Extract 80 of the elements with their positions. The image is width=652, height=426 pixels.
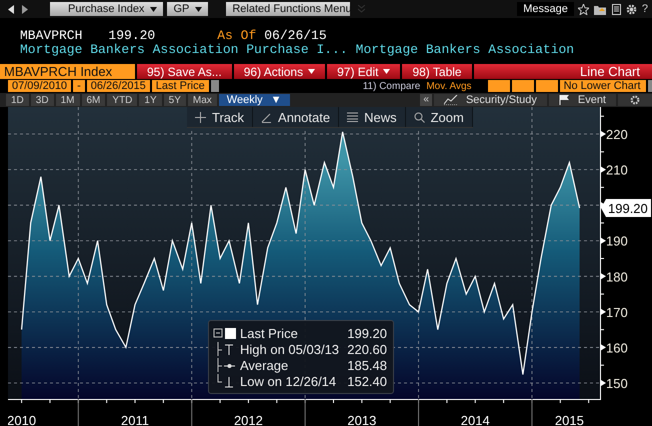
legend-value: 152.40 <box>347 374 387 388</box>
settings-icon[interactable] <box>626 4 637 14</box>
axis-label: 160 <box>606 340 628 356</box>
legend-label: Average <box>240 358 288 372</box>
end-date-field[interactable]: 06/26/2015 <box>86 80 150 92</box>
start-date-field[interactable]: 07/09/2010 <box>8 80 72 92</box>
study-button[interactable]: Security/Study <box>434 94 547 106</box>
security-field[interactable]: MBAVPRCH Index <box>0 64 135 79</box>
period-button[interactable]: 3D <box>30 94 54 106</box>
input-field[interactable] <box>536 80 558 92</box>
chart-type-label: Line Chart <box>474 64 652 79</box>
frequency-dropdown[interactable]: Weekly ▼ <box>218 94 290 106</box>
period-button[interactable]: Max <box>188 94 217 106</box>
period-button[interactable]: 1D <box>6 94 29 106</box>
compare-link[interactable]: 11) Compare <box>362 80 420 92</box>
back-arrow-icon[interactable] <box>8 4 14 14</box>
folder-icon[interactable] <box>594 4 607 14</box>
axis-label: 2015 <box>554 413 584 426</box>
action-button[interactable]: 97) Edit <box>327 64 400 79</box>
input-field[interactable] <box>512 80 534 92</box>
axis-label: 210 <box>606 162 628 178</box>
legend-value: 199.20 <box>347 326 387 340</box>
as-of-date: 06/26/15 <box>264 29 327 43</box>
track-button[interactable]: Track <box>187 107 254 127</box>
ticker-symbol: MBAVPRCH <box>20 29 82 43</box>
mov-avgs-link[interactable]: Mov. Avgs <box>426 80 472 92</box>
axis-label: 2010 <box>8 413 36 426</box>
input-field[interactable] <box>488 80 510 92</box>
double-chevron-icon <box>358 5 365 13</box>
legend-label: Low on 12/26/14 <box>240 374 336 388</box>
menu-button[interactable]: Purchase Index <box>50 2 164 16</box>
news-icon <box>347 112 358 122</box>
axis-label: 2013 <box>347 413 376 426</box>
axis-label: 190 <box>606 234 628 249</box>
help-icon[interactable]: ? <box>642 3 648 15</box>
source-name: Mortgage Bankers Association <box>356 43 574 57</box>
dropdown-toggle[interactable] <box>210 80 219 92</box>
zoom-button[interactable]: Zoom <box>406 107 473 127</box>
menu-button[interactable]: GP <box>167 2 208 16</box>
flag-icon <box>558 95 570 105</box>
last-marker-icon <box>213 325 237 341</box>
star-icon[interactable] <box>578 4 589 14</box>
period-button[interactable]: 5Y <box>164 94 186 106</box>
news-button[interactable]: News <box>339 107 406 127</box>
axis-label: 150 <box>606 376 628 391</box>
field-dropdown[interactable]: Last Price <box>152 80 209 92</box>
as-of-label: As Of <box>217 29 256 43</box>
line-chart-icon <box>444 95 458 105</box>
lower-chart-dropdown[interactable]: No Lower Chart <box>560 80 646 92</box>
crosshair-icon <box>195 112 206 122</box>
search-icon <box>414 112 425 122</box>
action-button[interactable]: 98) Table <box>402 64 472 79</box>
event-button[interactable]: Event <box>548 94 616 106</box>
axis-label: 180 <box>606 269 628 284</box>
annotate-button[interactable]: Annotate <box>253 107 340 127</box>
document-icon[interactable] <box>612 4 621 14</box>
legend-label: High on 05/03/13 <box>240 342 340 356</box>
period-button[interactable]: 6M <box>82 94 106 106</box>
axis-label: 2012 <box>234 413 263 426</box>
axis-label: 2014 <box>460 413 490 426</box>
period-button[interactable]: YTD <box>107 94 138 106</box>
action-button[interactable]: 95) Save As... <box>137 64 232 79</box>
last-value: 199.20 <box>108 29 156 43</box>
axis-label: 170 <box>606 304 628 320</box>
message-button[interactable]: Message <box>517 2 574 16</box>
legend-label: Last Price <box>240 326 298 340</box>
axis-label: 220 <box>606 127 628 142</box>
settings-icon[interactable] <box>630 95 640 105</box>
date-separator: - <box>73 80 85 92</box>
axis-label: 2011 <box>121 413 149 426</box>
pencil-icon <box>261 112 272 122</box>
period-button[interactable]: 1Y <box>139 94 162 106</box>
period-button[interactable]: 1M <box>56 94 80 106</box>
legend-value: 185.48 <box>347 358 387 372</box>
collapse-button[interactable]: « <box>420 94 432 106</box>
price-tag: 199.20 <box>601 199 651 217</box>
action-button[interactable]: 96) Actions <box>234 64 326 79</box>
legend-value: 220.60 <box>347 342 387 356</box>
forward-arrow-icon[interactable] <box>22 4 28 14</box>
security-description: Mortgage Bankers Association Purchase I... <box>20 43 348 57</box>
